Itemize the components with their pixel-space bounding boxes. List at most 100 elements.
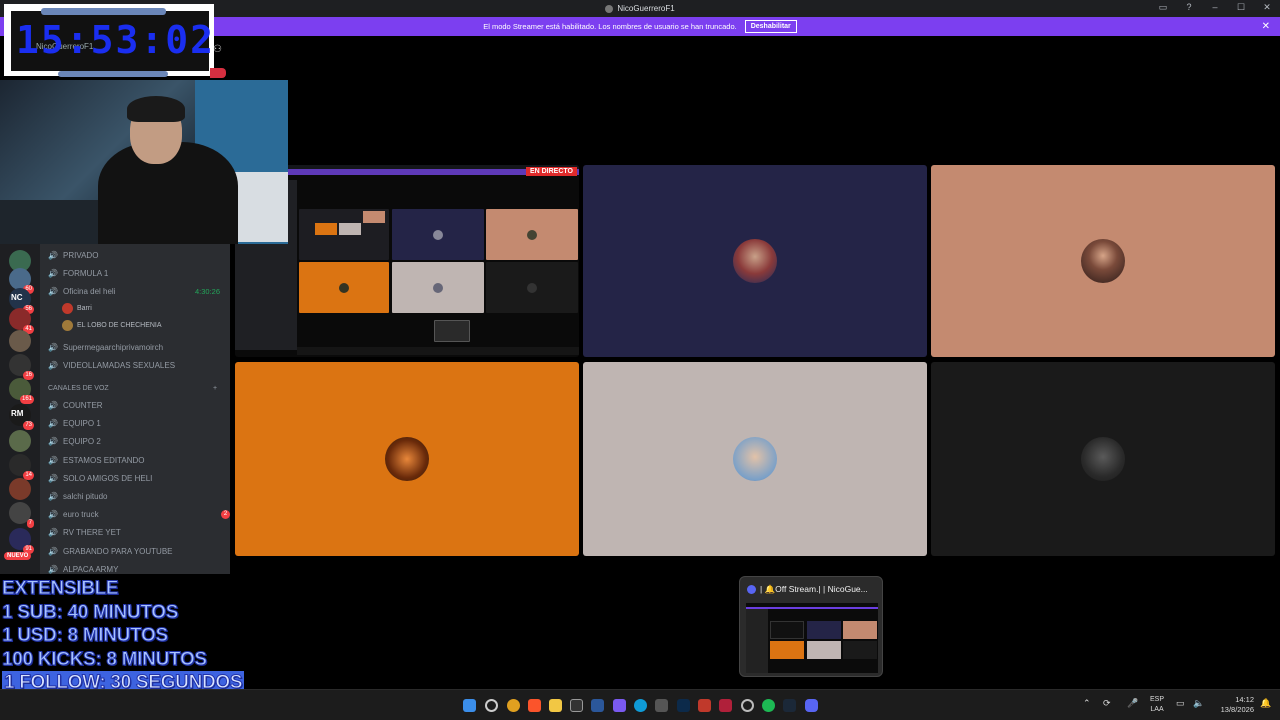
share-avatar — [339, 283, 349, 293]
user-name: EL LOBO DE CHECHENIA — [77, 322, 162, 329]
server-icon[interactable]: 16 — [9, 354, 34, 380]
share-avatar — [527, 283, 537, 293]
taskbar-window-preview[interactable]: | 🔔Off Stream.| | NicoGue... — [739, 576, 883, 677]
notification-icon[interactable]: 🔔 — [1260, 698, 1271, 709]
start-icon[interactable] — [463, 699, 476, 712]
speaker-icon: 🔊 — [48, 251, 58, 260]
window-controls: ▭ ? – ☐ ✕ — [1156, 2, 1274, 13]
server-icon[interactable]: 91 — [9, 528, 34, 554]
speaker-icon: 🔊 — [48, 564, 58, 574]
windows-taskbar: ⌃ ⟳ 🎤 ESP LAA ▭ 🔈 14:12 13/8/2026 🔔 — [0, 689, 1280, 720]
voice-channel-item[interactable]: 🔊 ALPACA ARMY — [48, 565, 118, 574]
server-icon[interactable]: RM 73 — [9, 404, 34, 430]
channel-item[interactable]: 🔊 FORMULA 1 — [48, 269, 108, 278]
taskbar-clock[interactable]: 14:12 13/8/2026 — [1210, 695, 1254, 715]
discord-icon[interactable] — [805, 699, 818, 712]
file-explorer-icon[interactable] — [549, 699, 562, 712]
language-indicator[interactable]: ESP LAA — [1150, 695, 1164, 715]
channel-item[interactable]: 🔊 Supermegaarchiprivamoirch — [48, 343, 163, 352]
disable-streamer-button[interactable]: Deshabilitar — [744, 20, 797, 33]
server-icon[interactable]: 161 — [9, 378, 34, 404]
chrome-icon[interactable] — [507, 699, 520, 712]
channel-name: EQUIPO 2 — [63, 437, 101, 447]
channel-list: 🔊 PRIVADO 🔊 FORMULA 1 🔊 Oficina del heli 4:3… — [40, 244, 230, 574]
timer-overlay: NicoGuerreroF1 15:53:02 — [4, 4, 214, 77]
voice-channel-item[interactable]: 🔊 COUNTER — [48, 401, 103, 410]
help-icon[interactable]: ? — [1182, 2, 1196, 13]
server-icon[interactable] — [9, 330, 31, 352]
video-tile-salmon[interactable] — [931, 165, 1275, 357]
app-icon[interactable] — [719, 699, 732, 712]
preview-thumbnail — [746, 603, 878, 673]
spotify-icon[interactable] — [762, 699, 775, 712]
server-icon[interactable]: 60 — [9, 268, 34, 294]
share-avatar — [527, 230, 537, 240]
server-icon[interactable]: NC 56 — [9, 288, 34, 314]
volume-icon[interactable]: 🔈 — [1193, 698, 1204, 709]
voice-user[interactable]: EL LOBO DE CHECHENIA — [62, 320, 162, 331]
channel-name: salchi pitudo — [63, 492, 108, 501]
channel-item[interactable]: 🔊 VIDEOLLAMADAS SEXUALES — [48, 361, 175, 370]
edge-icon[interactable] — [634, 699, 647, 712]
thumb-cell — [807, 621, 841, 639]
voice-channel-item[interactable]: 🔊 euro truck 2 — [48, 510, 230, 520]
word-icon[interactable] — [591, 699, 604, 712]
webcam-overlay — [0, 80, 288, 244]
video-tile-navy[interactable] — [583, 165, 927, 357]
app-icon[interactable] — [570, 699, 583, 712]
app-icon — [605, 4, 614, 13]
network-icon[interactable]: ▭ — [1176, 698, 1185, 709]
channel-name: GRABANDO PARA YOUTUBE — [63, 546, 173, 556]
video-tile-dark[interactable] — [931, 362, 1275, 556]
channel-name: EQUIPO 1 — [63, 419, 101, 429]
server-icon[interactable]: 14 — [9, 454, 34, 480]
server-mention-badge: 161 — [19, 395, 34, 404]
user-name: Barri — [77, 305, 92, 312]
server-mention-badge: 7 — [26, 519, 34, 528]
channel-item-active[interactable]: 🔊 Oficina del heli 4:30:26 — [48, 287, 230, 296]
copilot-icon[interactable] — [613, 699, 626, 712]
speaker-icon: 🔊 — [48, 546, 58, 556]
server-icon[interactable]: 41 — [9, 308, 34, 334]
video-tile-orange[interactable] — [235, 362, 579, 556]
add-channel-icon[interactable]: + — [213, 385, 217, 392]
microphone-icon[interactable]: 🎤 — [1127, 698, 1138, 709]
video-tile-gray[interactable] — [583, 362, 927, 556]
search-icon[interactable] — [485, 699, 498, 712]
banner-close-icon[interactable]: ✕ — [1262, 21, 1270, 32]
participant-avatar — [733, 239, 777, 283]
voice-user[interactable]: Barri — [62, 303, 92, 314]
voice-channel-item[interactable]: 🔊 RV THERE YET — [48, 528, 121, 537]
voice-channel-item[interactable]: 🔊 ESTAMOS EDITANDO — [48, 456, 145, 465]
voice-channel-item[interactable]: 🔊 EQUIPO 2 — [48, 437, 101, 446]
brave-icon[interactable] — [528, 699, 541, 712]
category-name: CANALES DE VOZ — [48, 385, 109, 392]
inbox-icon[interactable]: ▭ — [1156, 2, 1170, 13]
maximize-button[interactable]: ☐ — [1234, 2, 1248, 13]
live-badge: EN DIRECTO — [525, 167, 577, 176]
thumb-cell — [770, 621, 804, 639]
obs-icon[interactable] — [741, 699, 754, 712]
photoshop-icon[interactable] — [677, 699, 690, 712]
server-icon[interactable] — [9, 478, 31, 500]
voice-channel-item[interactable]: 🔊 GRABANDO PARA YOUTUBE — [48, 547, 173, 556]
server-icon[interactable]: 7 — [9, 502, 34, 528]
chevron-up-icon[interactable]: ⌃ — [1083, 698, 1091, 709]
game-icon[interactable] — [698, 699, 711, 712]
calculator-icon[interactable] — [655, 699, 668, 712]
voice-channel-item[interactable]: 🔊 salchi pitudo — [48, 492, 107, 501]
server-icon[interactable] — [9, 430, 31, 452]
category-header[interactable]: CANALES DE VOZ + — [48, 385, 228, 392]
minimize-button[interactable]: – — [1208, 2, 1222, 13]
update-icon[interactable]: ⟳ — [1103, 698, 1111, 709]
channel-item[interactable]: 🔊 PRIVADO — [48, 251, 98, 260]
channel-name: ALPACA ARMY — [63, 564, 119, 574]
mention-badge: 2 — [221, 510, 230, 520]
close-button[interactable]: ✕ — [1260, 2, 1274, 13]
window-title: NicoGuerreroF1 — [605, 4, 675, 13]
voice-channel-item[interactable]: 🔊 SOLO AMIGOS DE HELI — [48, 474, 152, 483]
add-friend-icon[interactable]: ⚇ — [213, 44, 222, 55]
thumb-cell — [843, 621, 877, 639]
steam-icon[interactable] — [783, 699, 796, 712]
voice-channel-item[interactable]: 🔊 EQUIPO 1 — [48, 419, 101, 428]
